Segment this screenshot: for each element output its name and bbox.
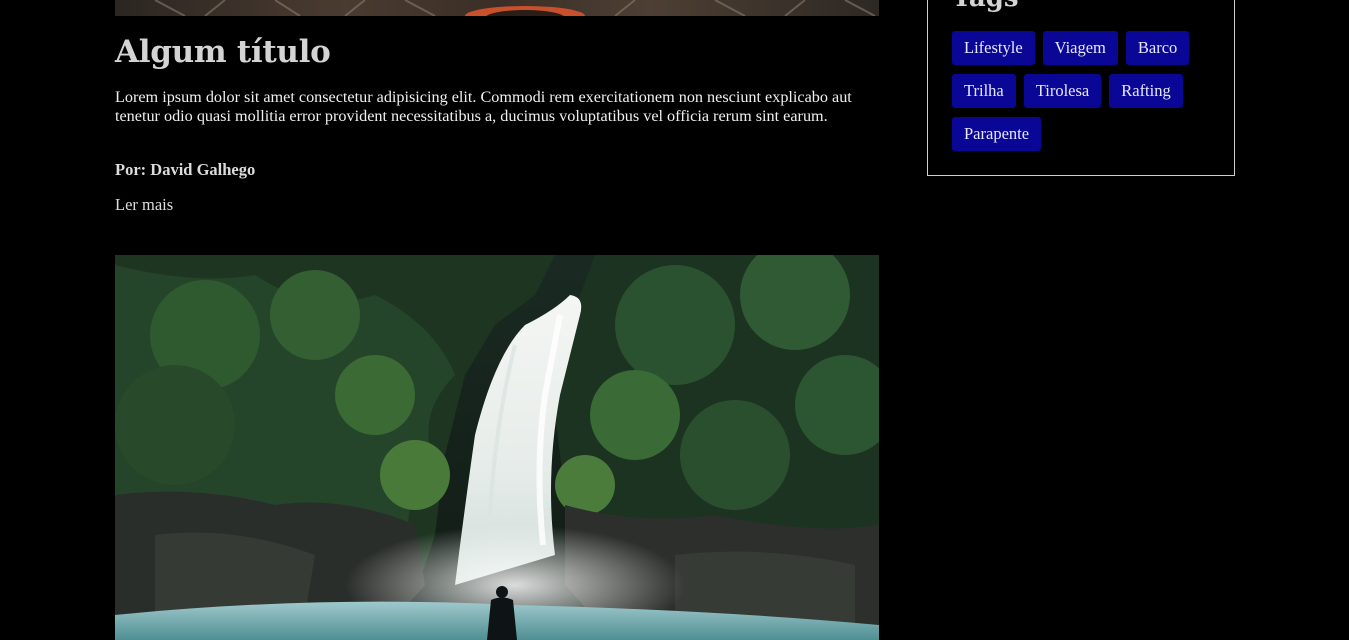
post-excerpt: Lorem ipsum dolor sit amet consectetur a…: [115, 88, 852, 125]
tag-lifestyle[interactable]: Lifestyle: [952, 31, 1035, 65]
tag-barco[interactable]: Barco: [1125, 31, 1190, 65]
post-image-boat: [115, 0, 879, 16]
tag-trilha[interactable]: Trilha: [952, 74, 1016, 108]
post-image-waterfall: [115, 255, 879, 640]
post-author: Por: David Galhego: [115, 160, 256, 179]
post-title: Algum título: [115, 34, 331, 70]
blog-page: Algum título Lorem ipsum dolor sit amet …: [0, 0, 1349, 640]
read-more-link[interactable]: Ler mais: [115, 195, 173, 215]
tag-row: Lifestyle Viagem Barco: [952, 31, 1222, 65]
tag-rafting[interactable]: Rafting: [1109, 74, 1183, 108]
tag-tirolesa[interactable]: Tirolesa: [1023, 74, 1102, 108]
tag-parapente[interactable]: Parapente: [952, 117, 1042, 151]
sidebar-heading: Tags: [952, 0, 1019, 13]
tag-row: Trilha Tirolesa Rafting: [952, 74, 1222, 108]
tag-row: Parapente: [952, 117, 1222, 151]
tag-list: Lifestyle Viagem Barco Trilha Tirolesa R…: [952, 31, 1222, 160]
tag-viagem[interactable]: Viagem: [1042, 31, 1118, 65]
tags-sidebar: Tags Lifestyle Viagem Barco Trilha Tirol…: [927, 0, 1235, 176]
